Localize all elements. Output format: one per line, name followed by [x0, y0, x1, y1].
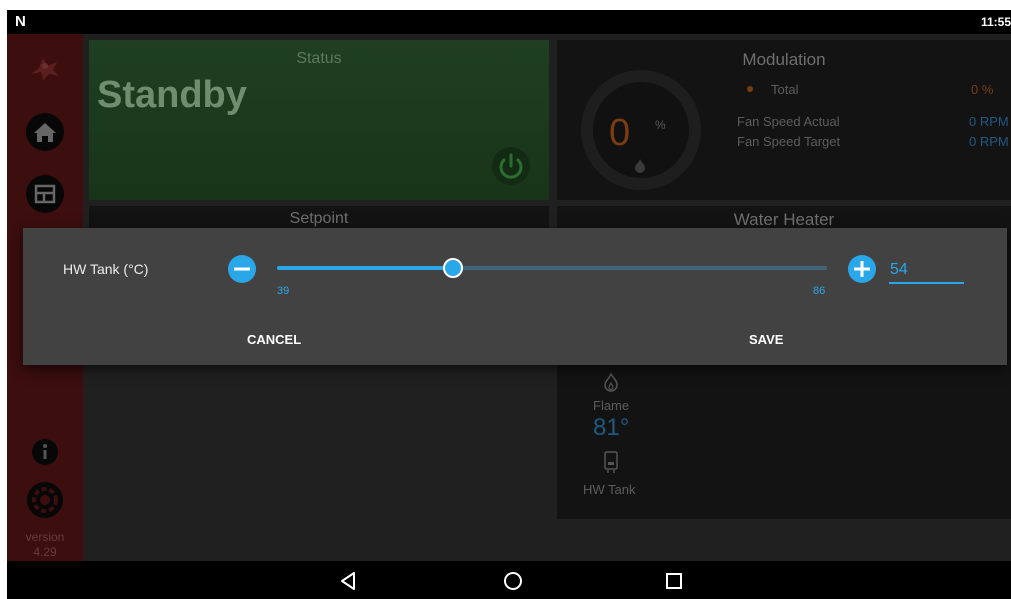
slider-thumb[interactable]	[442, 258, 463, 278]
home-icon[interactable]	[25, 112, 65, 152]
cancel-button[interactable]: CANCEL	[237, 328, 311, 351]
status-state: Standby	[97, 74, 247, 116]
minus-icon	[228, 255, 256, 283]
fan-actual-value: 0 RPM	[969, 114, 1009, 129]
plus-icon	[848, 255, 876, 283]
total-value: 0 %	[971, 82, 994, 97]
total-label: Total	[771, 82, 799, 97]
flame-outline-icon	[604, 372, 618, 392]
tank-icon	[604, 451, 618, 473]
hw-tank-label: HW Tank	[583, 482, 636, 497]
status-card: Status Standby	[89, 40, 549, 200]
slider-min-label: 39	[277, 285, 290, 297]
logo-icon	[31, 58, 59, 80]
slider-fill	[277, 266, 453, 270]
recents-icon[interactable]	[663, 570, 685, 592]
fan-target-label: Fan Speed Target	[737, 134, 841, 149]
status-bar: N 11:55	[7, 10, 1011, 34]
modulation-card: Modulation 0 % Total 0 % Fan Speed Actua…	[557, 40, 1011, 200]
power-button-icon[interactable]	[491, 146, 531, 186]
dialog-label: HW Tank (°C)	[63, 261, 149, 277]
setpoint-dialog: HW Tank (°C) 39 86 CANCEL SAVE	[23, 228, 1007, 365]
decrease-button[interactable]	[228, 255, 256, 283]
navigation-bar	[7, 561, 1011, 599]
save-button[interactable]: SAVE	[739, 328, 793, 351]
info-icon[interactable]	[25, 432, 65, 472]
modulation-gauge	[581, 70, 701, 190]
version-number: 4.29	[33, 545, 57, 559]
slider-max-label: 86	[813, 285, 826, 297]
setpoint-value-input[interactable]	[889, 258, 964, 284]
setpoint-title: Setpoint	[289, 210, 349, 227]
status-title: Status	[296, 50, 342, 67]
total-dot	[747, 86, 753, 92]
status-clock: 11:55	[980, 15, 1011, 29]
version-label: version	[25, 530, 65, 544]
device-screen: N 11:55 version 4.29 Status Standby Modu…	[7, 10, 1011, 599]
settings-icon[interactable]	[25, 480, 65, 520]
modulation-gauge-value: 0	[609, 112, 631, 154]
back-icon[interactable]	[337, 570, 359, 592]
flame-label: Flame	[593, 398, 630, 413]
setpoint-slider[interactable]	[277, 258, 827, 278]
water-heater-title: Water Heater	[733, 210, 835, 229]
fan-actual-label: Fan Speed Actual	[737, 114, 840, 129]
dashboard-icon[interactable]	[25, 174, 65, 214]
increase-button[interactable]	[848, 255, 876, 283]
modulation-gauge-unit: %	[655, 118, 666, 132]
water-heater-temperature: 81°	[593, 414, 630, 441]
notification-logo: N	[15, 13, 26, 30]
flame-icon	[635, 159, 645, 173]
fan-target-value: 0 RPM	[969, 134, 1009, 149]
home-circle-icon[interactable]	[502, 570, 524, 592]
